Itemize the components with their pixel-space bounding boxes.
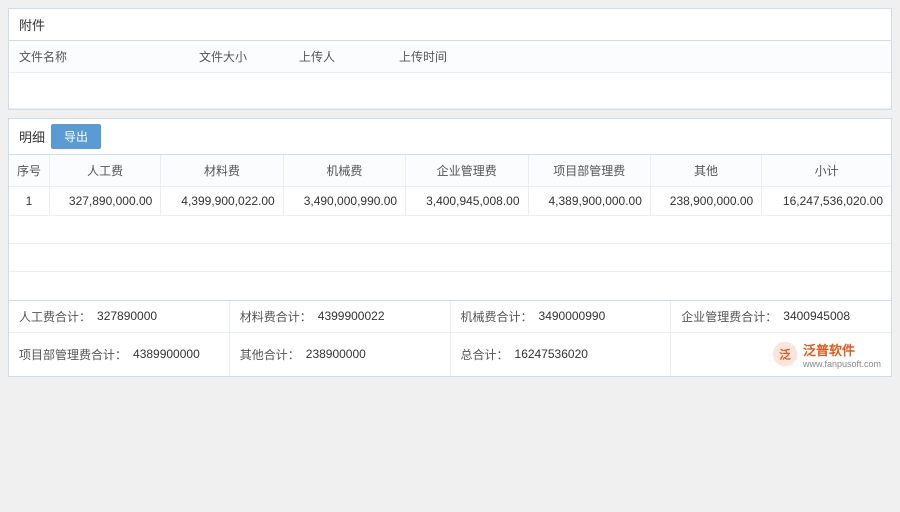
detail-table: 序号 人工费 材料费 机械费 企业管理费 项目部管理费 其他 小计 1 327,… bbox=[9, 155, 891, 300]
labor-summary-cell: 人工费合计： 327890000 bbox=[9, 301, 230, 332]
detail-title: 明细 bbox=[19, 127, 45, 146]
enterprise-mgmt-summary-value: 3400945008 bbox=[783, 309, 850, 323]
total-summary-label: 总合计： bbox=[461, 346, 509, 363]
attachments-table: 文件名称 文件大小 上传人 上传时间 bbox=[9, 41, 891, 109]
enterprise-mgmt-summary-label: 企业管理费合计： bbox=[681, 308, 777, 325]
cell-material: 4,399,900,022.00 bbox=[161, 187, 283, 216]
table-row-empty2 bbox=[9, 244, 891, 272]
attach-col-uploader: 上传人 bbox=[289, 41, 389, 73]
attach-col-uploadtime: 上传时间 bbox=[389, 41, 509, 73]
cell-subtotal: 16,247,536,020.00 bbox=[762, 187, 891, 216]
attach-col-filesize: 文件大小 bbox=[189, 41, 289, 73]
table-row-empty1 bbox=[9, 216, 891, 244]
col-project-mgmt: 项目部管理费 bbox=[528, 155, 650, 187]
table-row: 1 327,890,000.00 4,399,900,022.00 3,490,… bbox=[9, 187, 891, 216]
project-mgmt-summary-label: 项目部管理费合计： bbox=[19, 346, 127, 363]
col-enterprise-mgmt: 企业管理费 bbox=[406, 155, 528, 187]
col-labor: 人工费 bbox=[50, 155, 161, 187]
logo-cell: 泛 泛普软件 www.fanpusoft.com bbox=[671, 333, 891, 376]
summary-row-1: 人工费合计： 327890000 材料费合计： 4399900022 机械费合计… bbox=[9, 301, 891, 333]
attach-col-filename: 文件名称 bbox=[9, 41, 189, 73]
attach-empty-row bbox=[9, 73, 891, 109]
mechanical-summary-cell: 机械费合计： 3490000990 bbox=[451, 301, 672, 332]
cell-enterprise-mgmt: 3,400,945,008.00 bbox=[406, 187, 528, 216]
labor-summary-label: 人工费合计： bbox=[19, 308, 91, 325]
col-subtotal: 小计 bbox=[762, 155, 891, 187]
logo-text-container: 泛普软件 www.fanpusoft.com bbox=[803, 340, 881, 369]
attach-col-extra2 bbox=[589, 41, 669, 73]
total-summary-cell: 总合计： 16247536020 bbox=[451, 333, 672, 376]
attachments-title: 附件 bbox=[19, 15, 45, 34]
material-summary-label: 材料费合计： bbox=[240, 308, 312, 325]
material-summary-cell: 材料费合计： 4399900022 bbox=[230, 301, 451, 332]
attach-col-extra1 bbox=[509, 41, 589, 73]
col-other: 其他 bbox=[650, 155, 761, 187]
mechanical-summary-label: 机械费合计： bbox=[461, 308, 533, 325]
cell-mechanical: 3,490,000,990.00 bbox=[283, 187, 405, 216]
enterprise-mgmt-summary-cell: 企业管理费合计： 3400945008 bbox=[671, 301, 891, 332]
attach-col-extra3 bbox=[669, 41, 749, 73]
cell-other: 238,900,000.00 bbox=[650, 187, 761, 216]
logo-icon: 泛 bbox=[771, 340, 799, 368]
other-summary-cell: 其他合计： 238900000 bbox=[230, 333, 451, 376]
logo-name: 泛普软件 bbox=[803, 343, 855, 358]
table-row-empty3 bbox=[9, 272, 891, 300]
attachments-panel: 附件 文件名称 文件大小 上传人 上传时间 bbox=[8, 8, 892, 110]
col-index: 序号 bbox=[9, 155, 50, 187]
col-mechanical: 机械费 bbox=[283, 155, 405, 187]
export-button[interactable]: 导出 bbox=[51, 124, 101, 149]
labor-summary-value: 327890000 bbox=[97, 309, 157, 323]
attach-col-extra4 bbox=[749, 41, 891, 73]
cell-index: 1 bbox=[9, 187, 50, 216]
mechanical-summary-value: 3490000990 bbox=[539, 309, 606, 323]
svg-text:泛: 泛 bbox=[779, 347, 791, 361]
other-summary-label: 其他合计： bbox=[240, 346, 300, 363]
total-summary-value: 16247536020 bbox=[515, 347, 588, 361]
summary-footer: 人工费合计： 327890000 材料费合计： 4399900022 机械费合计… bbox=[9, 300, 891, 376]
page-container: 附件 文件名称 文件大小 上传人 上传时间 bbox=[0, 0, 900, 512]
project-mgmt-summary-value: 4389900000 bbox=[133, 347, 200, 361]
attachments-header: 附件 bbox=[9, 9, 891, 41]
col-material: 材料费 bbox=[161, 155, 283, 187]
detail-header: 明细 导出 bbox=[9, 119, 891, 155]
detail-panel: 明细 导出 序号 人工费 材料费 机械费 企业管理费 项目部管理费 其他 小计 … bbox=[8, 118, 892, 377]
cell-project-mgmt: 4,389,900,000.00 bbox=[528, 187, 650, 216]
cell-labor: 327,890,000.00 bbox=[50, 187, 161, 216]
project-mgmt-summary-cell: 项目部管理费合计： 4389900000 bbox=[9, 333, 230, 376]
material-summary-value: 4399900022 bbox=[318, 309, 385, 323]
summary-row-2: 项目部管理费合计： 4389900000 其他合计： 238900000 总合计… bbox=[9, 333, 891, 376]
other-summary-value: 238900000 bbox=[306, 347, 366, 361]
logo-url: www.fanpusoft.com bbox=[803, 359, 881, 369]
